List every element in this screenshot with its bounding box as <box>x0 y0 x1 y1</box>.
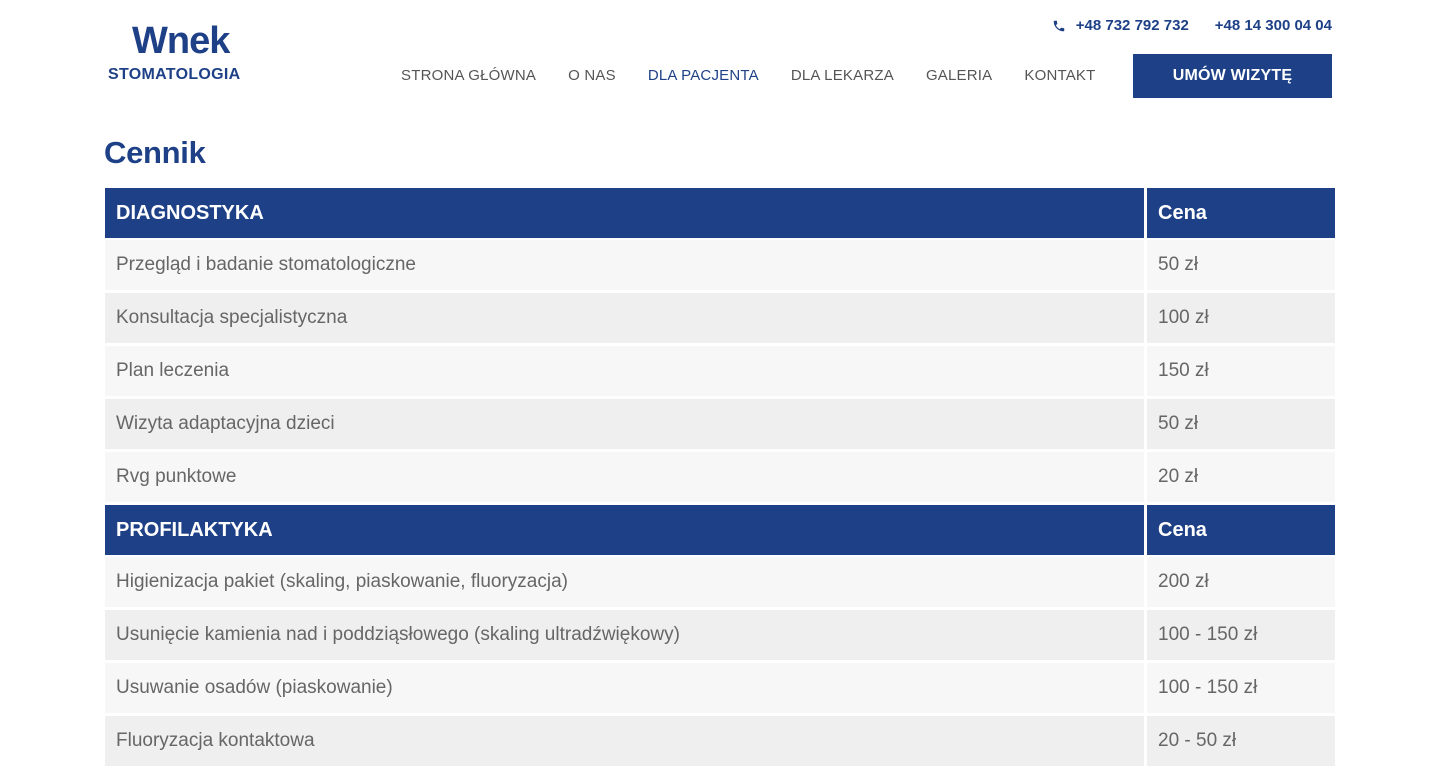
page-title: Cennik <box>104 135 206 170</box>
logo-subtitle: STOMATOLOGIA <box>108 66 241 83</box>
price-heading: Cena <box>1147 188 1335 238</box>
nav-item-dla-lekarza[interactable]: DLA LEKARZA <box>791 67 894 84</box>
table-row: Usuwanie osadów (piaskowanie) 100 - 150 … <box>105 663 1335 713</box>
table-row: Plan leczenia 150 zł <box>105 346 1335 396</box>
table-row: Konsultacja specjalistyczna 100 zł <box>105 293 1335 343</box>
service-price: 50 zł <box>1147 399 1335 449</box>
service-name: Konsultacja specjalistyczna <box>105 293 1144 343</box>
service-price: 50 zł <box>1147 240 1335 290</box>
service-price: 20 - 50 zł <box>1147 716 1335 766</box>
service-price: 20 zł <box>1147 452 1335 502</box>
service-name: Wizyta adaptacyjna dzieci <box>105 399 1144 449</box>
table-row: Higienizacja pakiet (skaling, piaskowani… <box>105 557 1335 607</box>
logo-wordmark: Wnek <box>132 20 230 62</box>
nav-item-o-nas[interactable]: O NAS <box>568 67 616 84</box>
header-phones: +48 732 792 732 +48 14 300 04 04 <box>1052 17 1332 34</box>
nav-item-galeria[interactable]: GALERIA <box>926 67 992 84</box>
service-price: 200 zł <box>1147 557 1335 607</box>
service-price: 150 zł <box>1147 346 1335 396</box>
phone-icon <box>1052 19 1066 33</box>
table-row: Wizyta adaptacyjna dzieci 50 zł <box>105 399 1335 449</box>
service-price: 100 - 150 zł <box>1147 663 1335 713</box>
table-row: Przegląd i badanie stomatologiczne 50 zł <box>105 240 1335 290</box>
service-name: Przegląd i badanie stomatologiczne <box>105 240 1144 290</box>
main-navigation: STRONA GŁÓWNA O NAS DLA PACJENTA DLA LEK… <box>401 67 1128 84</box>
service-name: Rvg punktowe <box>105 452 1144 502</box>
service-price: 100 - 150 zł <box>1147 610 1335 660</box>
section-header-diagnostyka: DIAGNOSTYKA Cena <box>105 188 1335 238</box>
price-heading: Cena <box>1147 505 1335 555</box>
section-heading: DIAGNOSTYKA <box>105 188 1144 238</box>
phone-number-1[interactable]: +48 732 792 732 <box>1076 17 1189 34</box>
phone-number-2[interactable]: +48 14 300 04 04 <box>1215 17 1332 34</box>
book-appointment-button[interactable]: UMÓW WIZYTĘ <box>1133 54 1332 98</box>
section-header-profilaktyka: PROFILAKTYKA Cena <box>105 505 1335 555</box>
service-name: Fluoryzacja kontaktowa <box>105 716 1144 766</box>
service-name: Usuwanie osadów (piaskowanie) <box>105 663 1144 713</box>
table-row: Fluoryzacja kontaktowa 20 - 50 zł <box>105 716 1335 766</box>
nav-item-strona-glowna[interactable]: STRONA GŁÓWNA <box>401 67 536 84</box>
table-row: Usunięcie kamienia nad i poddziąsłowego … <box>105 610 1335 660</box>
service-name: Usunięcie kamienia nad i poddziąsłowego … <box>105 610 1144 660</box>
table-row: Rvg punktowe 20 zł <box>105 452 1335 502</box>
section-heading: PROFILAKTYKA <box>105 505 1144 555</box>
service-price: 100 zł <box>1147 293 1335 343</box>
service-name: Higienizacja pakiet (skaling, piaskowani… <box>105 557 1144 607</box>
service-name: Plan leczenia <box>105 346 1144 396</box>
nav-item-dla-pacjenta[interactable]: DLA PACJENTA <box>648 67 759 84</box>
nav-item-kontakt[interactable]: KONTAKT <box>1024 67 1095 84</box>
price-table: DIAGNOSTYKA Cena Przegląd i badanie stom… <box>105 188 1335 769</box>
